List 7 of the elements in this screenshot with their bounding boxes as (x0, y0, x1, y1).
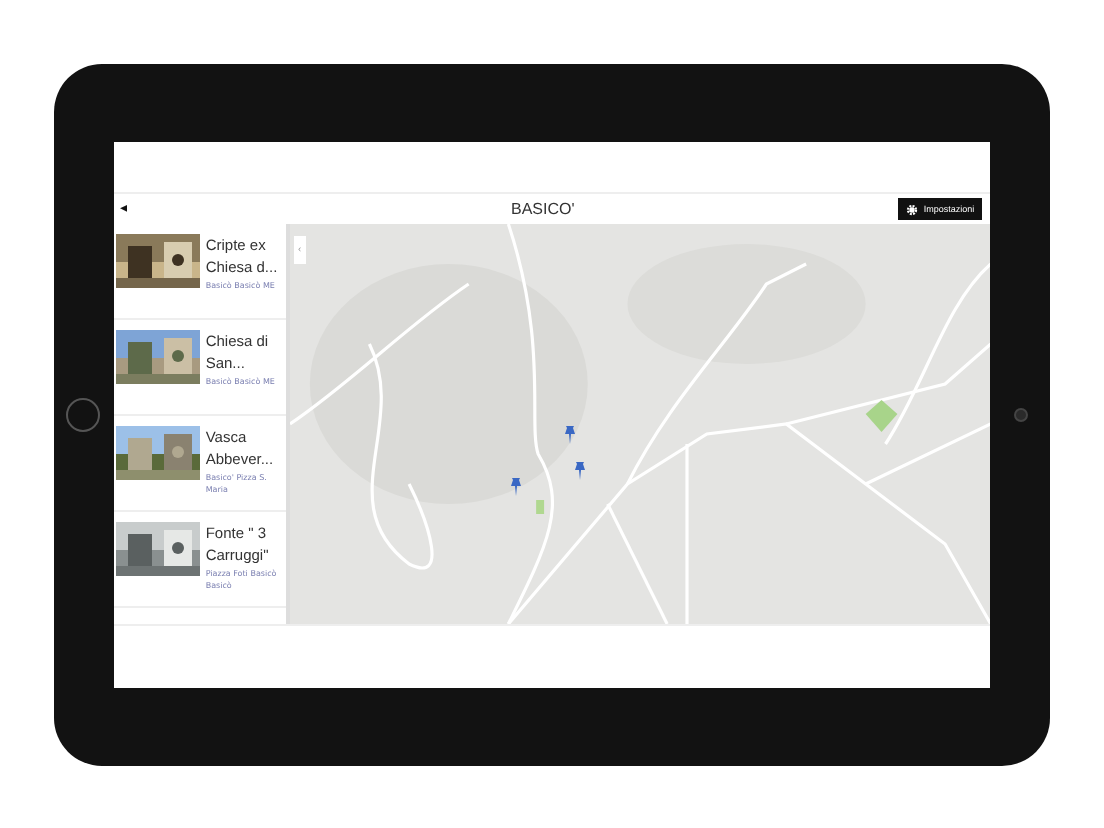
page-title: BASICO' (508, 200, 577, 218)
map-pin-icon[interactable] (509, 478, 522, 496)
camera-icon (1013, 408, 1028, 422)
settings-icon (905, 203, 918, 215)
map-pin-icon[interactable] (573, 462, 586, 480)
map-pin-icon[interactable] (563, 426, 576, 444)
home-button[interactable] (66, 398, 101, 432)
